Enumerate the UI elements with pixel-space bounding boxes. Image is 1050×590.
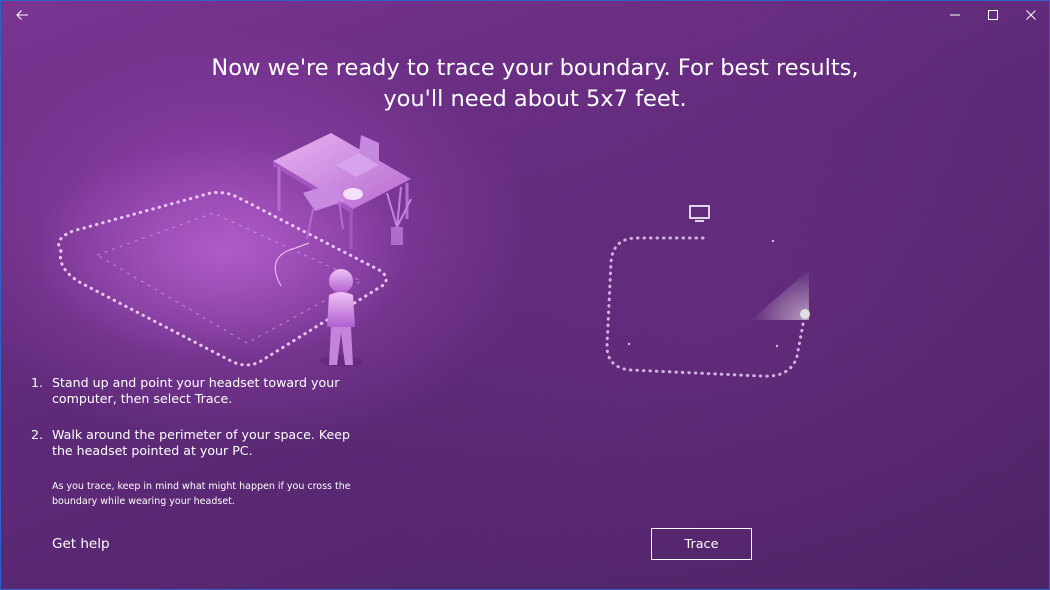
- step-text: Walk around the perimeter of your space.…: [52, 427, 350, 458]
- step-number: 1.: [31, 375, 44, 390]
- room-boundary-illustration: [41, 133, 412, 367]
- step-text: Stand up and point your headset toward y…: [52, 375, 340, 406]
- maximize-icon[interactable]: [974, 1, 1012, 29]
- page-title-line-1: Now we're ready to trace your boundary. …: [211, 55, 859, 81]
- page-title-line-2: you'll need about 5x7 feet.: [383, 86, 687, 112]
- mixed-reality-setup-window: Now we're ready to trace your boundary. …: [0, 0, 1050, 590]
- instruction-step-1: 1. Stand up and point your headset towar…: [29, 375, 359, 407]
- minimize-icon[interactable]: [936, 1, 974, 29]
- monitor-icon: [689, 205, 710, 222]
- close-icon[interactable]: [1012, 1, 1049, 29]
- trace-button[interactable]: Trace: [651, 528, 752, 560]
- instruction-step-2: 2. Walk around the perimeter of your spa…: [29, 427, 359, 459]
- page-title: Now we're ready to trace your boundary. …: [171, 53, 899, 115]
- instruction-list: 1. Stand up and point your headset towar…: [29, 375, 359, 479]
- boundary-trace-preview: [605, 205, 810, 378]
- get-help-link[interactable]: Get help: [52, 536, 110, 552]
- back-arrow-icon[interactable]: [3, 1, 41, 29]
- safety-note: As you trace, keep in mind what might ha…: [52, 481, 351, 507]
- step-number: 2.: [31, 427, 44, 442]
